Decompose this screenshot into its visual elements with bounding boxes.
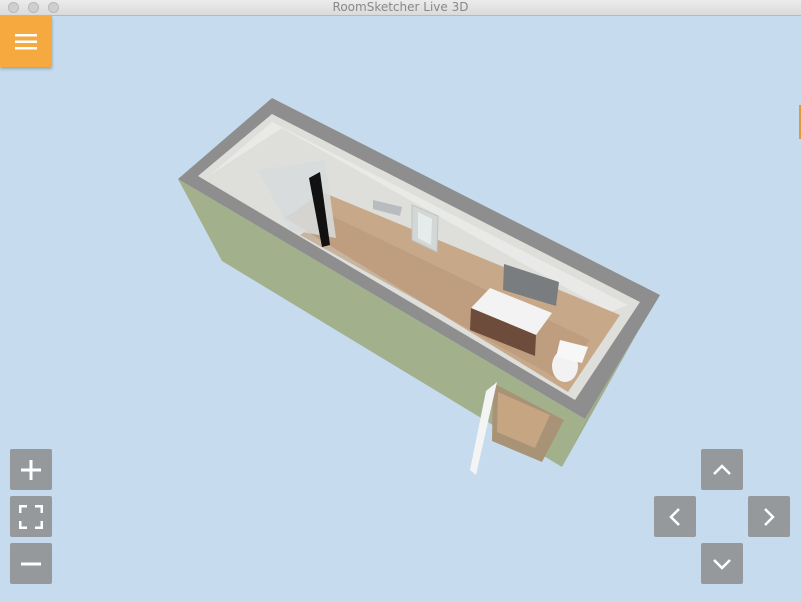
minus-icon [21, 562, 41, 565]
zoom-out-button[interactable] [10, 543, 52, 584]
menu-button[interactable] [0, 16, 52, 67]
zoom-in-button[interactable] [10, 449, 52, 490]
fullscreen-icon [19, 504, 43, 529]
pan-up-button[interactable] [701, 449, 743, 490]
pan-left-button[interactable] [654, 496, 696, 537]
window-titlebar: RoomSketcher Live 3D [0, 0, 801, 16]
pan-down-button[interactable] [701, 543, 743, 584]
hamburger-menu-icon [15, 33, 37, 49]
chevron-left-icon [669, 507, 680, 526]
fit-view-button[interactable] [10, 496, 52, 537]
plus-icon [21, 459, 41, 480]
chevron-down-icon [713, 558, 731, 570]
pan-right-button[interactable] [748, 496, 790, 537]
chevron-up-icon [713, 463, 731, 475]
chevron-right-icon [764, 507, 775, 526]
window-title: RoomSketcher Live 3D [332, 0, 469, 14]
